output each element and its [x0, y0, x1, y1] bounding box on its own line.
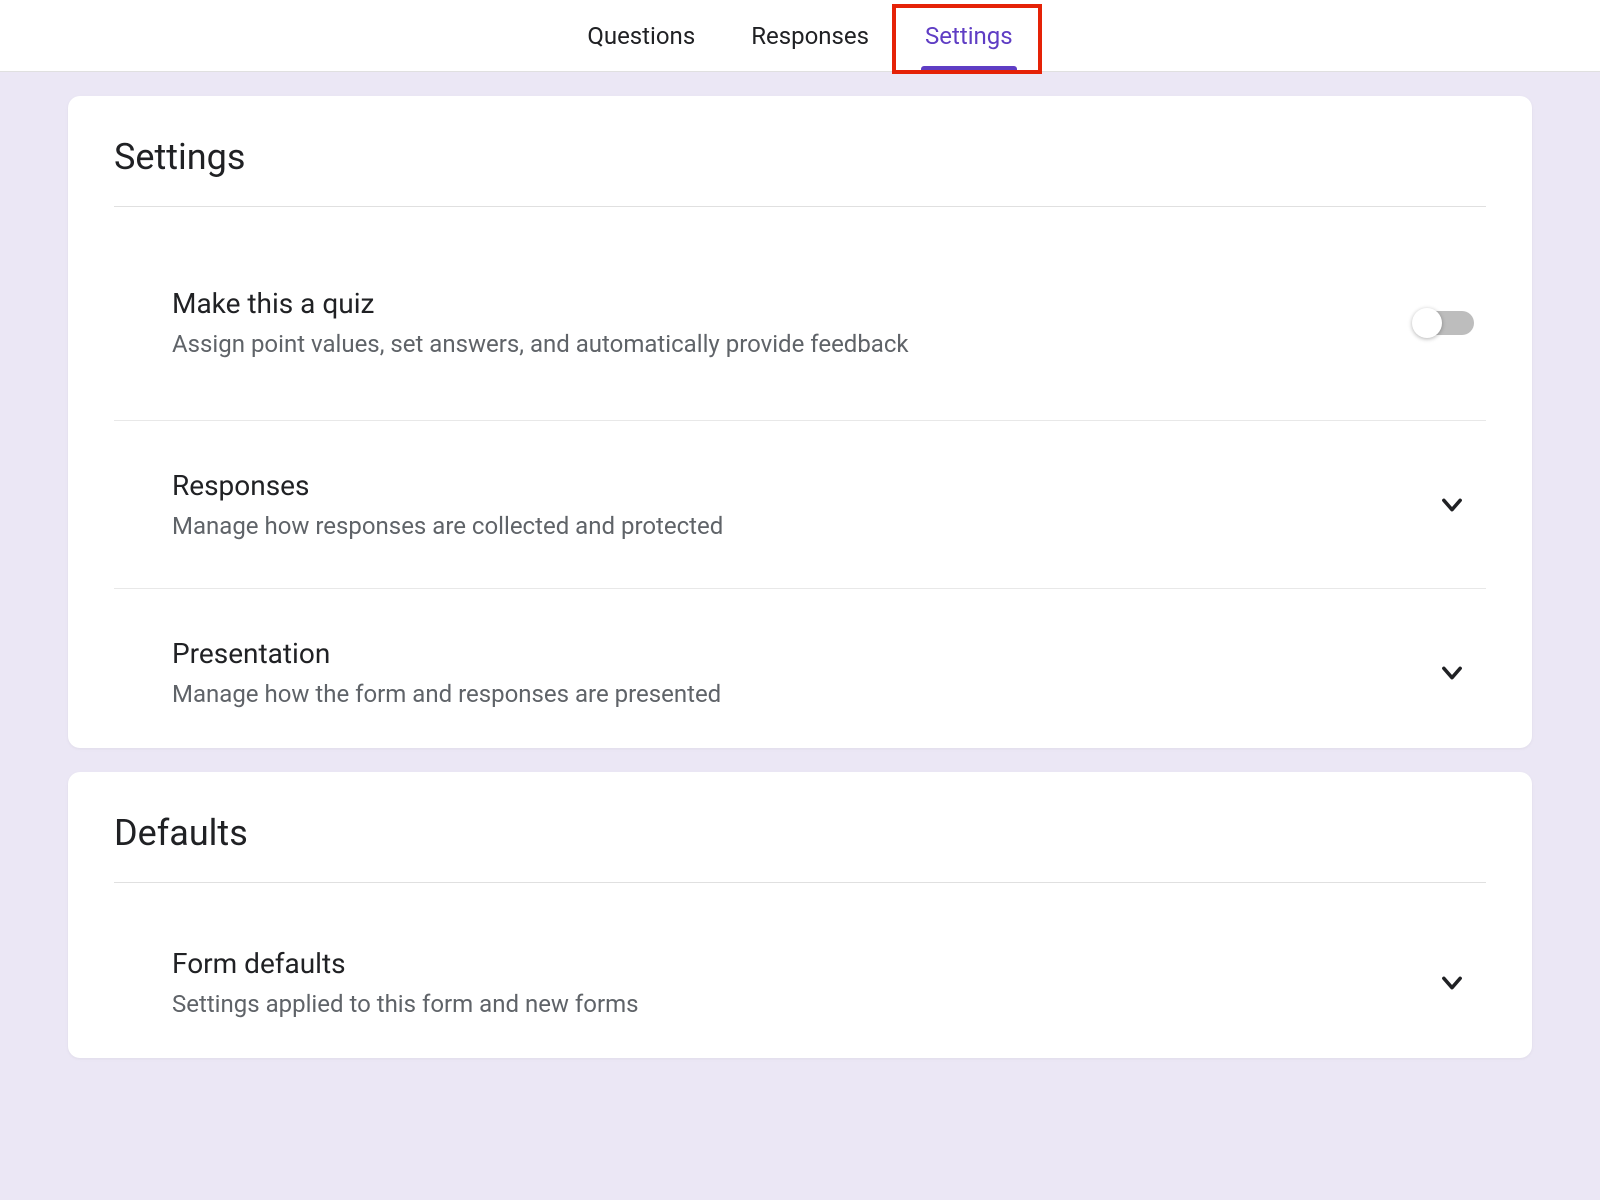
- settings-card: Settings Make this a quiz Assign point v…: [68, 96, 1532, 748]
- setting-row-responses[interactable]: Responses Manage how responses are colle…: [114, 421, 1486, 589]
- form-defaults-title: Form defaults: [172, 947, 1438, 980]
- tab-questions[interactable]: Questions: [583, 0, 699, 71]
- presentation-desc: Manage how the form and responses are pr…: [172, 680, 1438, 708]
- quiz-toggle[interactable]: [1414, 311, 1474, 335]
- setting-row-form-defaults[interactable]: Form defaults Settings applied to this f…: [114, 883, 1486, 1022]
- setting-text-form-defaults: Form defaults Settings applied to this f…: [172, 947, 1438, 1018]
- tabs-container: Questions Responses Settings: [583, 0, 1016, 71]
- chevron-down-icon[interactable]: [1438, 491, 1466, 519]
- presentation-title: Presentation: [172, 637, 1438, 670]
- content-area: Settings Make this a quiz Assign point v…: [0, 72, 1600, 1058]
- responses-desc: Manage how responses are collected and p…: [172, 512, 1438, 540]
- toggle-knob-icon: [1412, 308, 1442, 338]
- chevron-down-icon[interactable]: [1438, 969, 1466, 997]
- quiz-desc: Assign point values, set answers, and au…: [172, 330, 1414, 358]
- setting-row-quiz: Make this a quiz Assign point values, se…: [114, 207, 1486, 421]
- tab-settings[interactable]: Settings: [921, 0, 1017, 71]
- setting-text-presentation: Presentation Manage how the form and res…: [172, 637, 1438, 708]
- defaults-card: Defaults Form defaults Settings applied …: [68, 772, 1532, 1058]
- settings-card-title: Settings: [114, 136, 1486, 207]
- setting-row-presentation[interactable]: Presentation Manage how the form and res…: [114, 589, 1486, 712]
- top-tab-bar: Questions Responses Settings: [0, 0, 1600, 72]
- setting-text-responses: Responses Manage how responses are colle…: [172, 469, 1438, 540]
- form-defaults-desc: Settings applied to this form and new fo…: [172, 990, 1438, 1018]
- responses-title: Responses: [172, 469, 1438, 502]
- defaults-card-title: Defaults: [114, 812, 1486, 883]
- chevron-down-icon[interactable]: [1438, 659, 1466, 687]
- quiz-title: Make this a quiz: [172, 287, 1414, 320]
- setting-text-quiz: Make this a quiz Assign point values, se…: [172, 287, 1414, 358]
- tab-responses[interactable]: Responses: [747, 0, 873, 71]
